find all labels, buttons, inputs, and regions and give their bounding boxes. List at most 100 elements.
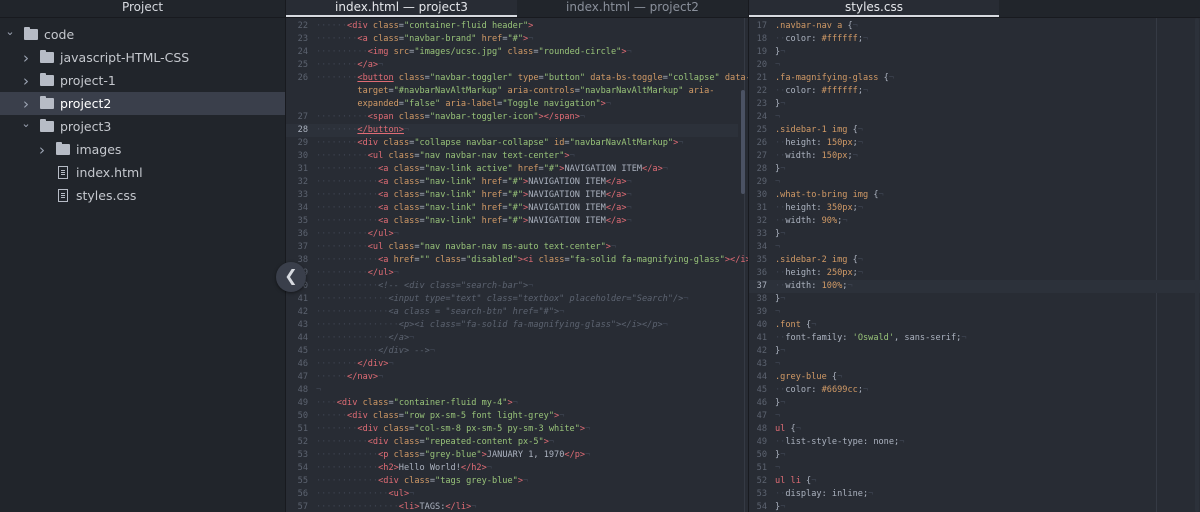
tree-item-styles-css[interactable]: styles.css <box>0 184 285 207</box>
tree-item-project-1[interactable]: › project-1 <box>0 69 285 92</box>
code-line[interactable]: 29 ········<div class="collapse navbar-co… <box>286 137 738 150</box>
code-text: ················<li>TAGS:</li>¬ <box>316 501 476 512</box>
code-line[interactable]: 52 ul li {¬ <box>749 475 1200 488</box>
code-line[interactable]: 20 ¬ <box>749 59 1200 72</box>
code-line[interactable]: 37 ··········<ul class="nav navbar-nav ms… <box>286 241 738 254</box>
code-line[interactable]: 45 ············</div> -->¬ <box>286 345 738 358</box>
code-line[interactable]: 40············<!-- <div class="search-ba… <box>286 280 738 293</box>
code-line[interactable]: 18 ··color: #ffffff;¬ <box>749 33 1200 46</box>
code-line[interactable]: 48 ¬ <box>286 384 738 397</box>
code-line[interactable]: 28}¬ <box>749 163 1200 176</box>
code-text: ············<a class="nav-link" href="#"… <box>316 189 632 202</box>
code-line[interactable]: 22 ··color: #ffffff;¬ <box>749 85 1200 98</box>
tree-item-project2[interactable]: › project2 <box>0 92 285 115</box>
code-line[interactable]: 22 ······<div class="container-fluid head… <box>286 20 738 33</box>
code-line[interactable]: 30 ··········<ul class="nav navbar-nav te… <box>286 150 738 163</box>
chevron-right-icon[interactable]: › <box>20 72 32 90</box>
code-line[interactable]: 36 ··········</ul>¬ <box>286 228 738 241</box>
code-line[interactable]: 46 ········</div>¬ <box>286 358 738 371</box>
code-line[interactable]: 24 ¬ <box>749 111 1200 124</box>
code-line[interactable]: 38 ············<a href="" class="disabled… <box>286 254 748 267</box>
tree-item-index-html[interactable]: index.html <box>0 161 285 184</box>
code-line[interactable]: 25 ········</a>¬ <box>286 59 738 72</box>
code-line[interactable]: 39 ¬ <box>749 306 1200 319</box>
code-line[interactable]: expanded="false" aria-label="Toggle navi… <box>286 98 738 111</box>
code-line[interactable]: 33}¬ <box>749 228 1200 241</box>
code-line[interactable]: 39··········</ul>¬ <box>286 267 738 280</box>
code-line[interactable]: target="#navbarNavAltMarkup" aria-contro… <box>286 85 738 98</box>
code-line[interactable]: 35 .sidebar-2 img {¬ <box>749 254 1200 267</box>
code-line[interactable]: 50}¬ <box>749 449 1200 462</box>
code-line[interactable]: 33 ············<a class="nav-link" href="… <box>286 189 738 202</box>
code-line[interactable]: 25 .sidebar-1 img {¬ <box>749 124 1200 137</box>
tree-item-code[interactable]: ⌄ code <box>0 23 285 46</box>
code-line[interactable]: 49 ··list-style-type: none;¬ <box>749 436 1200 449</box>
code-line[interactable]: 32 ··width: 90%;¬ <box>749 215 1200 228</box>
code-line[interactable]: 23}¬ <box>749 98 1200 111</box>
code-line[interactable]: 42 ··············<a class = "search-btn" … <box>286 306 738 319</box>
code-line[interactable]: 47 ······</nav>¬ <box>286 371 738 384</box>
code-line[interactable]: 26 ········<button class="navbar-toggler"… <box>286 72 748 85</box>
code-line[interactable]: 47 ¬ <box>749 410 1200 423</box>
code-line[interactable]: 24 ··········<img src="images/ucsc.jpg" c… <box>286 46 738 59</box>
code-line[interactable]: 48 ul {¬ <box>749 423 1200 436</box>
code-line[interactable]: 34 ¬ <box>749 241 1200 254</box>
code-line[interactable]: 55 ············<div class="tags grey-blue… <box>286 475 738 488</box>
tree-item-images[interactable]: › images <box>0 138 285 161</box>
html-editor-scrollbar[interactable] <box>741 90 745 194</box>
code-line[interactable]: 27 ··········<span class="navbar-toggler-… <box>286 111 738 124</box>
code-line[interactable]: 37 ··width: 100%;¬ <box>749 280 1200 293</box>
code-line[interactable]: 21 .fa-magnifying-glass {¬ <box>749 72 1200 85</box>
code-line[interactable]: 46}¬ <box>749 397 1200 410</box>
chevron-down-icon[interactable]: ⌄ <box>4 25 16 38</box>
tab-styles-css[interactable]: styles.css <box>749 0 999 17</box>
code-line[interactable]: 44 ··············</a>¬ <box>286 332 738 345</box>
code-line[interactable]: 26 ··height: 150px;¬ <box>749 137 1200 150</box>
code-line[interactable]: 38}¬ <box>749 293 1200 306</box>
code-line[interactable]: 41 ··font-family: 'Oswald', sans-serif;¬ <box>749 332 1200 345</box>
code-line[interactable]: 35 ············<a class="nav-link" href="… <box>286 215 738 228</box>
code-line[interactable]: 51 ¬ <box>749 462 1200 475</box>
code-line[interactable]: 45 ··color: #6699cc;¬ <box>749 384 1200 397</box>
tree-item-javascript-html-css[interactable]: › javascript-HTML-CSS <box>0 46 285 69</box>
chevron-right-icon[interactable]: › <box>20 95 32 113</box>
code-line[interactable]: 40 .font {¬ <box>749 319 1200 332</box>
code-line[interactable]: 52 ··········<div class="repeated-content… <box>286 436 738 449</box>
code-line[interactable]: 57 ················<li>TAGS:</li>¬ <box>286 501 738 512</box>
code-line[interactable]: 44 .grey-blue {¬ <box>749 371 1200 384</box>
chevron-right-icon[interactable]: › <box>20 49 32 67</box>
chevron-down-icon[interactable]: ⌄ <box>20 117 32 130</box>
code-line[interactable]: 29 ¬ <box>749 176 1200 189</box>
code-line[interactable]: 43 ¬ <box>749 358 1200 371</box>
tab-index-html-project3[interactable]: index.html — project3 <box>286 0 517 17</box>
tree-item-project3[interactable]: ⌄ project3 <box>0 115 285 138</box>
code-line[interactable]: 32 ············<a class="nav-link" href="… <box>286 176 738 189</box>
code-line[interactable]: 31 ··height: 350px;¬ <box>749 202 1200 215</box>
code-line[interactable]: 36 ··height: 250px;¬ <box>749 267 1200 280</box>
html-editor[interactable]: 22 ······<div class="container-fluid head… <box>286 18 748 512</box>
code-line[interactable]: 19}¬ <box>749 46 1200 59</box>
css-editor[interactable]: 17 .navbar-nav a {¬ 18 ··color: #ffffff;¬ 19… <box>749 18 1200 512</box>
code-line[interactable]: 50 ······<div class="row px-sm-5 font lig… <box>286 410 738 423</box>
code-line[interactable]: 30 .what-to-bring img {¬ <box>749 189 1200 202</box>
code-line[interactable]: 53 ··display: inline;¬ <box>749 488 1200 501</box>
code-line[interactable]: 34 ············<a class="nav-link" href="… <box>286 202 738 215</box>
code-line[interactable]: 49 ····<div class="container-fluid my-4">… <box>286 397 738 410</box>
code-line[interactable]: 27 ··width: 150px;¬ <box>749 150 1200 163</box>
code-line[interactable]: 17 .navbar-nav a {¬ <box>749 20 1200 33</box>
code-line[interactable]: 23 ········<a class="navbar-brand" href="… <box>286 33 738 46</box>
code-line[interactable]: 51 ········<div class="col-sm-8 px-sm-5 p… <box>286 423 738 436</box>
code-line[interactable]: 56 ··············<ul>¬ <box>286 488 738 501</box>
code-line[interactable]: 43 ················<p><i class="fa-solid … <box>286 319 738 332</box>
code-line[interactable]: 41 ··············<input type="text" class… <box>286 293 738 306</box>
code-line[interactable]: 28 ········</button>¬ <box>286 124 738 137</box>
code-line[interactable]: 42}¬ <box>749 345 1200 358</box>
code-line[interactable]: 53 ············<p class="grey-blue">JANUA… <box>286 449 738 462</box>
tab-index-html-project2[interactable]: index.html — project2 <box>517 0 748 17</box>
code-line[interactable]: 54 ············<h2>Hello World!</h2>¬ <box>286 462 738 475</box>
collapse-tree-button[interactable]: ❮ <box>276 262 306 292</box>
code-line[interactable]: 31 ············<a class="nav-link active"… <box>286 163 738 176</box>
chevron-right-icon[interactable]: › <box>36 141 48 159</box>
code-line[interactable]: 54}¬ <box>749 501 1200 512</box>
code-token: ¬ <box>863 34 869 44</box>
